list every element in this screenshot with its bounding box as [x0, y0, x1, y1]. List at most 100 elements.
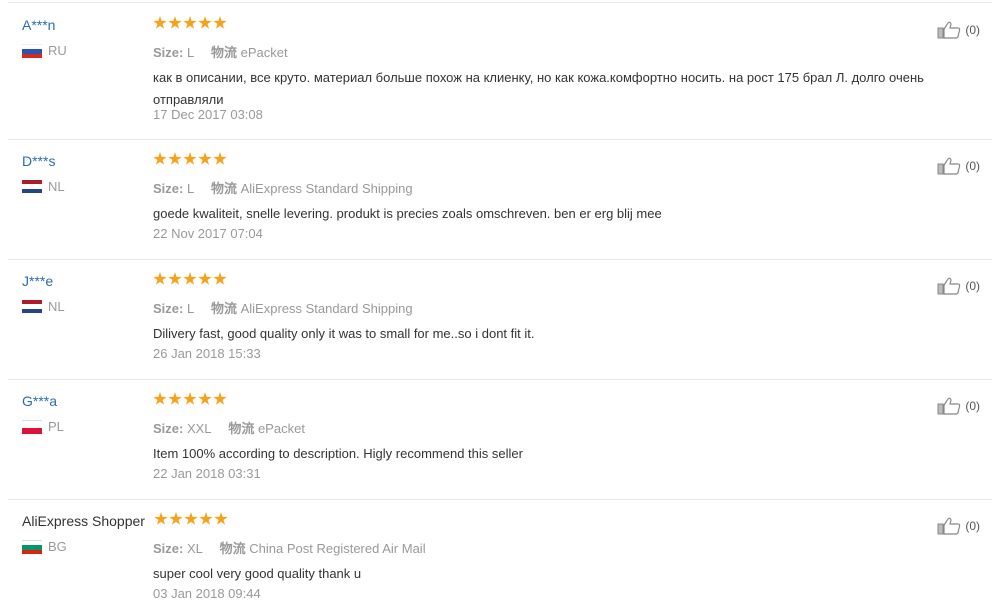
star-icon — [198, 392, 212, 405]
shipping-label: 物流 — [219, 541, 246, 556]
reviewer-name[interactable]: D***s — [22, 153, 55, 169]
thumbs-up-icon — [937, 397, 961, 415]
reviewer-name[interactable]: A***n — [22, 17, 55, 33]
country-flag-icon — [22, 44, 42, 58]
size-label: Size: — [153, 45, 184, 60]
thumbs-up-icon — [937, 517, 961, 535]
review-text: goede kwaliteit, snelle levering. produk… — [153, 206, 662, 221]
helpful-button[interactable]: (0) — [937, 157, 980, 175]
star-icon — [153, 16, 167, 29]
order-info: Size: L 物流 AliExpress Standard Shipping — [153, 298, 413, 317]
shipping-label: 物流 — [210, 301, 237, 316]
reviewer-country: PL — [22, 419, 64, 434]
country-code: BG — [48, 539, 67, 554]
star-icon — [198, 16, 212, 29]
country-code: PL — [48, 419, 64, 434]
reviewer-country: RU — [22, 43, 67, 58]
order-info: Size: L 物流 ePacket — [153, 42, 288, 61]
review-date: 26 Jan 2018 15:33 — [153, 346, 261, 361]
flag-stripe — [22, 420, 42, 428]
star-icon — [213, 16, 227, 29]
review-item: AliExpress Shopper BG Size: XL 物流 China … — [8, 499, 992, 611]
star-rating — [154, 512, 228, 526]
star-icon — [168, 392, 182, 405]
star-rating — [153, 272, 227, 286]
flag-stripe — [22, 53, 42, 58]
reviewer-country: NL — [22, 179, 65, 194]
shipping-method: China Post Registered Air Mail — [249, 541, 426, 556]
review-date: 17 Dec 2017 03:08 — [153, 107, 263, 122]
helpful-button[interactable]: (0) — [937, 277, 980, 295]
reviewer-name: AliExpress Shopper — [22, 513, 145, 529]
order-info: Size: XXL 物流 ePacket — [153, 418, 305, 437]
star-icon — [198, 152, 212, 165]
star-rating — [153, 16, 227, 30]
review-item: D***s NL Size: L 物流 AliExpress Standard … — [8, 139, 992, 260]
star-icon — [153, 392, 167, 405]
size-value: XL — [186, 541, 203, 556]
country-flag-icon — [22, 540, 42, 554]
country-code: RU — [48, 43, 67, 58]
star-icon — [198, 272, 212, 285]
review-date: 22 Jan 2018 03:31 — [153, 466, 261, 481]
star-icon — [214, 512, 228, 525]
flag-stripe — [22, 188, 42, 193]
size-value: L — [186, 301, 194, 316]
reviewer-country: NL — [22, 299, 65, 314]
review-list: A***n RU Size: L 物流 ePacket как в описан… — [0, 0, 1000, 611]
size-value: L — [186, 181, 194, 196]
size-value: L — [186, 45, 194, 60]
helpful-button[interactable]: (0) — [937, 397, 980, 415]
country-code: NL — [48, 299, 65, 314]
shipping-method: AliExpress Standard Shipping — [240, 301, 413, 316]
review-item: J***e NL Size: L 物流 AliExpress Standard … — [8, 259, 992, 380]
size-value: XXL — [186, 421, 212, 436]
review-date: 03 Jan 2018 09:44 — [153, 586, 261, 601]
star-icon — [153, 272, 167, 285]
flag-stripe — [22, 308, 42, 313]
star-icon — [199, 512, 213, 525]
thumbs-up-icon — [937, 277, 961, 295]
country-flag-icon — [22, 180, 42, 193]
helpful-count: (0) — [965, 399, 980, 413]
country-flag-icon — [22, 420, 42, 434]
size-label: Size: — [153, 421, 184, 436]
size-label: Size: — [153, 301, 184, 316]
star-rating — [153, 392, 227, 406]
shipping-method: ePacket — [240, 45, 288, 60]
review-item: A***n RU Size: L 物流 ePacket как в описан… — [8, 2, 992, 140]
star-icon — [154, 512, 168, 525]
star-icon — [213, 392, 227, 405]
helpful-button[interactable]: (0) — [937, 517, 980, 535]
helpful-count: (0) — [965, 23, 980, 37]
review-text: Item 100% according to description. Higl… — [153, 446, 523, 461]
flag-stripe — [22, 549, 42, 554]
review-item: G***a PL Size: XXL 物流 ePacket Item 100% … — [8, 379, 992, 500]
country-code: NL — [48, 179, 65, 194]
star-icon — [213, 152, 227, 165]
review-text: super cool very good quality thank u — [153, 566, 362, 581]
star-icon — [168, 16, 182, 29]
size-label: Size: — [153, 541, 184, 556]
reviewer-name[interactable]: J***e — [22, 273, 53, 289]
review-date: 22 Nov 2017 07:04 — [153, 226, 263, 241]
shipping-label: 物流 — [228, 421, 255, 436]
order-info: Size: XL 物流 China Post Registered Air Ma… — [153, 538, 426, 557]
shipping-method: ePacket — [257, 421, 305, 436]
helpful-button[interactable]: (0) — [937, 21, 980, 39]
review-text: Dilivery fast, good quality only it was … — [153, 326, 535, 341]
helpful-count: (0) — [965, 159, 980, 173]
star-icon — [183, 392, 197, 405]
star-icon — [184, 512, 198, 525]
size-label: Size: — [153, 181, 184, 196]
star-icon — [153, 152, 167, 165]
star-icon — [183, 272, 197, 285]
star-icon — [213, 272, 227, 285]
flag-stripe — [22, 427, 42, 434]
reviewer-name[interactable]: G***a — [22, 393, 57, 409]
star-icon — [168, 152, 182, 165]
shipping-method: AliExpress Standard Shipping — [240, 181, 413, 196]
shipping-label: 物流 — [210, 181, 237, 196]
country-flag-icon — [22, 300, 42, 313]
helpful-count: (0) — [965, 519, 980, 533]
